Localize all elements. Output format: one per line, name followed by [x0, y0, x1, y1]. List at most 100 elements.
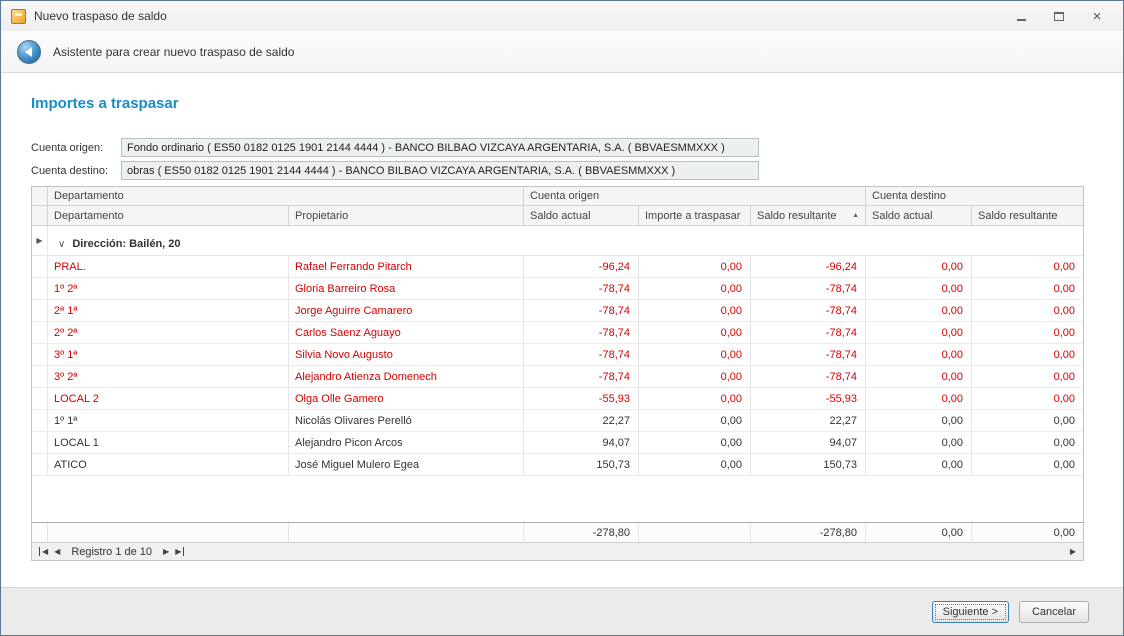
cell-saldo-resultante[interactable]: -78,74	[751, 300, 866, 321]
cell-destino-saldo-actual[interactable]: 0,00	[866, 344, 972, 365]
table-row[interactable]: 2º 2ª Carlos Saenz Aguayo -78,74 0,00 -7…	[32, 322, 1083, 344]
cell-departamento[interactable]: 1º 2ª	[48, 278, 289, 299]
cell-saldo-actual[interactable]: 22,27	[524, 410, 639, 431]
cell-saldo-resultante[interactable]: -78,74	[751, 322, 866, 343]
cell-destino-saldo-actual[interactable]: 0,00	[866, 278, 972, 299]
scroll-right-arrow[interactable]: ▶	[1070, 547, 1078, 556]
cell-saldo-resultante[interactable]: 150,73	[751, 454, 866, 475]
cancel-button[interactable]: Cancelar	[1019, 601, 1089, 623]
cell-destino-saldo-actual[interactable]: 0,00	[866, 388, 972, 409]
header-propietario[interactable]: Propietario	[289, 206, 524, 226]
cell-saldo-actual[interactable]: -96,24	[524, 256, 639, 277]
cell-destino-saldo-resultante[interactable]: 0,00	[972, 278, 1083, 299]
cell-importe-a-traspasar[interactable]: 0,00	[639, 432, 751, 453]
cell-destino-saldo-actual[interactable]: 0,00	[866, 322, 972, 343]
cell-departamento[interactable]: 3º 1ª	[48, 344, 289, 365]
cell-importe-a-traspasar[interactable]: 0,00	[639, 322, 751, 343]
cell-saldo-actual[interactable]: -78,74	[524, 322, 639, 343]
table-row[interactable]: LOCAL 2 Olga Olle Gamero -55,93 0,00 -55…	[32, 388, 1083, 410]
header-saldo-resultante[interactable]: Saldo resultante▲	[751, 206, 866, 226]
table-row[interactable]: 1º 2ª Gloria Barreiro Rosa -78,74 0,00 -…	[32, 278, 1083, 300]
cell-destino-saldo-actual[interactable]: 0,00	[866, 256, 972, 277]
cell-propietario[interactable]: Gloria Barreiro Rosa	[289, 278, 524, 299]
cell-saldo-resultante[interactable]: -78,74	[751, 366, 866, 387]
cell-destino-saldo-actual[interactable]: 0,00	[866, 432, 972, 453]
cell-departamento[interactable]: 3º 2ª	[48, 366, 289, 387]
cell-saldo-resultante[interactable]: -78,74	[751, 278, 866, 299]
cell-propietario[interactable]: José Miguel Mulero Egea	[289, 454, 524, 475]
previous-record-button[interactable]: ◀	[51, 547, 63, 556]
cell-saldo-actual[interactable]: -78,74	[524, 366, 639, 387]
cell-destino-saldo-resultante[interactable]: 0,00	[972, 366, 1083, 387]
cell-destino-saldo-resultante[interactable]: 0,00	[972, 410, 1083, 431]
table-row[interactable]: 1º 1ª Nicolás Olivares Perelló 22,27 0,0…	[32, 410, 1083, 432]
header-destino-saldo-resultante[interactable]: Saldo resultante	[972, 206, 1083, 226]
back-button[interactable]	[17, 40, 41, 64]
destination-account-field[interactable]: obras ( ES50 0182 0125 1901 2144 4444 ) …	[121, 161, 759, 180]
cell-propietario[interactable]: Olga Olle Gamero	[289, 388, 524, 409]
header-departamento[interactable]: Departamento	[48, 206, 289, 226]
cell-saldo-actual[interactable]: -55,93	[524, 388, 639, 409]
cell-propietario[interactable]: Jorge Aguirre Camarero	[289, 300, 524, 321]
cell-departamento[interactable]: 2ª 1ª	[48, 300, 289, 321]
header-destino-saldo-actual[interactable]: Saldo actual	[866, 206, 972, 226]
last-record-button[interactable]: ▶	[172, 547, 184, 556]
group-row[interactable]: ▶ ∨ Dirección: Bailén, 20	[32, 226, 1083, 256]
cell-departamento[interactable]: ATICO	[48, 454, 289, 475]
header-importe-a-traspasar[interactable]: Importe a traspasar	[639, 206, 751, 226]
cell-destino-saldo-actual[interactable]: 0,00	[866, 366, 972, 387]
cell-importe-a-traspasar[interactable]: 0,00	[639, 410, 751, 431]
maximize-button[interactable]	[1047, 7, 1071, 25]
cell-importe-a-traspasar[interactable]: 0,00	[639, 366, 751, 387]
cell-propietario[interactable]: Carlos Saenz Aguayo	[289, 322, 524, 343]
cell-saldo-actual[interactable]: -78,74	[524, 278, 639, 299]
cell-saldo-resultante[interactable]: -96,24	[751, 256, 866, 277]
cell-destino-saldo-resultante[interactable]: 0,00	[972, 344, 1083, 365]
table-row[interactable]: LOCAL 1 Alejandro Picon Arcos 94,07 0,00…	[32, 432, 1083, 454]
cell-saldo-resultante[interactable]: 94,07	[751, 432, 866, 453]
cell-destino-saldo-resultante[interactable]: 0,00	[972, 256, 1083, 277]
cell-propietario[interactable]: Silvia Novo Augusto	[289, 344, 524, 365]
first-record-button[interactable]: ◀	[39, 547, 51, 556]
cell-departamento[interactable]: LOCAL 2	[48, 388, 289, 409]
close-button[interactable]: ×	[1085, 7, 1109, 25]
cell-saldo-actual[interactable]: -78,74	[524, 344, 639, 365]
cell-saldo-resultante[interactable]: -55,93	[751, 388, 866, 409]
cell-importe-a-traspasar[interactable]: 0,00	[639, 388, 751, 409]
cell-destino-saldo-actual[interactable]: 0,00	[866, 454, 972, 475]
cell-saldo-resultante[interactable]: -78,74	[751, 344, 866, 365]
cell-saldo-resultante[interactable]: 22,27	[751, 410, 866, 431]
cell-departamento[interactable]: 2º 2ª	[48, 322, 289, 343]
cell-destino-saldo-resultante[interactable]: 0,00	[972, 432, 1083, 453]
cell-importe-a-traspasar[interactable]: 0,00	[639, 278, 751, 299]
cell-saldo-actual[interactable]: 150,73	[524, 454, 639, 475]
cell-propietario[interactable]: Alejandro Atienza Domenech	[289, 366, 524, 387]
cell-destino-saldo-resultante[interactable]: 0,00	[972, 388, 1083, 409]
cell-propietario[interactable]: Alejandro Picon Arcos	[289, 432, 524, 453]
cell-propietario[interactable]: Rafael Ferrando Pitarch	[289, 256, 524, 277]
cell-saldo-actual[interactable]: -78,74	[524, 300, 639, 321]
cell-destino-saldo-resultante[interactable]: 0,00	[972, 300, 1083, 321]
cell-departamento[interactable]: PRAL.	[48, 256, 289, 277]
table-row[interactable]: ATICO José Miguel Mulero Egea 150,73 0,0…	[32, 454, 1083, 476]
header-saldo-actual[interactable]: Saldo actual	[524, 206, 639, 226]
cell-departamento[interactable]: LOCAL 1	[48, 432, 289, 453]
table-row[interactable]: 3º 1ª Silvia Novo Augusto -78,74 0,00 -7…	[32, 344, 1083, 366]
group-label-cell[interactable]: ∨ Dirección: Bailén, 20	[48, 226, 1083, 255]
table-row[interactable]: PRAL. Rafael Ferrando Pitarch -96,24 0,0…	[32, 256, 1083, 278]
cell-destino-saldo-actual[interactable]: 0,00	[866, 410, 972, 431]
origin-account-field[interactable]: Fondo ordinario ( ES50 0182 0125 1901 21…	[121, 138, 759, 157]
table-row[interactable]: 3º 2ª Alejandro Atienza Domenech -78,74 …	[32, 366, 1083, 388]
cell-destino-saldo-resultante[interactable]: 0,00	[972, 454, 1083, 475]
cell-importe-a-traspasar[interactable]: 0,00	[639, 300, 751, 321]
next-button[interactable]: Siguiente >	[932, 601, 1009, 623]
cell-saldo-actual[interactable]: 94,07	[524, 432, 639, 453]
cell-departamento[interactable]: 1º 1ª	[48, 410, 289, 431]
cell-destino-saldo-actual[interactable]: 0,00	[866, 300, 972, 321]
cell-destino-saldo-resultante[interactable]: 0,00	[972, 322, 1083, 343]
table-row[interactable]: 2ª 1ª Jorge Aguirre Camarero -78,74 0,00…	[32, 300, 1083, 322]
cell-importe-a-traspasar[interactable]: 0,00	[639, 454, 751, 475]
cell-importe-a-traspasar[interactable]: 0,00	[639, 344, 751, 365]
cell-importe-a-traspasar[interactable]: 0,00	[639, 256, 751, 277]
next-record-button[interactable]: ▶	[160, 547, 172, 556]
